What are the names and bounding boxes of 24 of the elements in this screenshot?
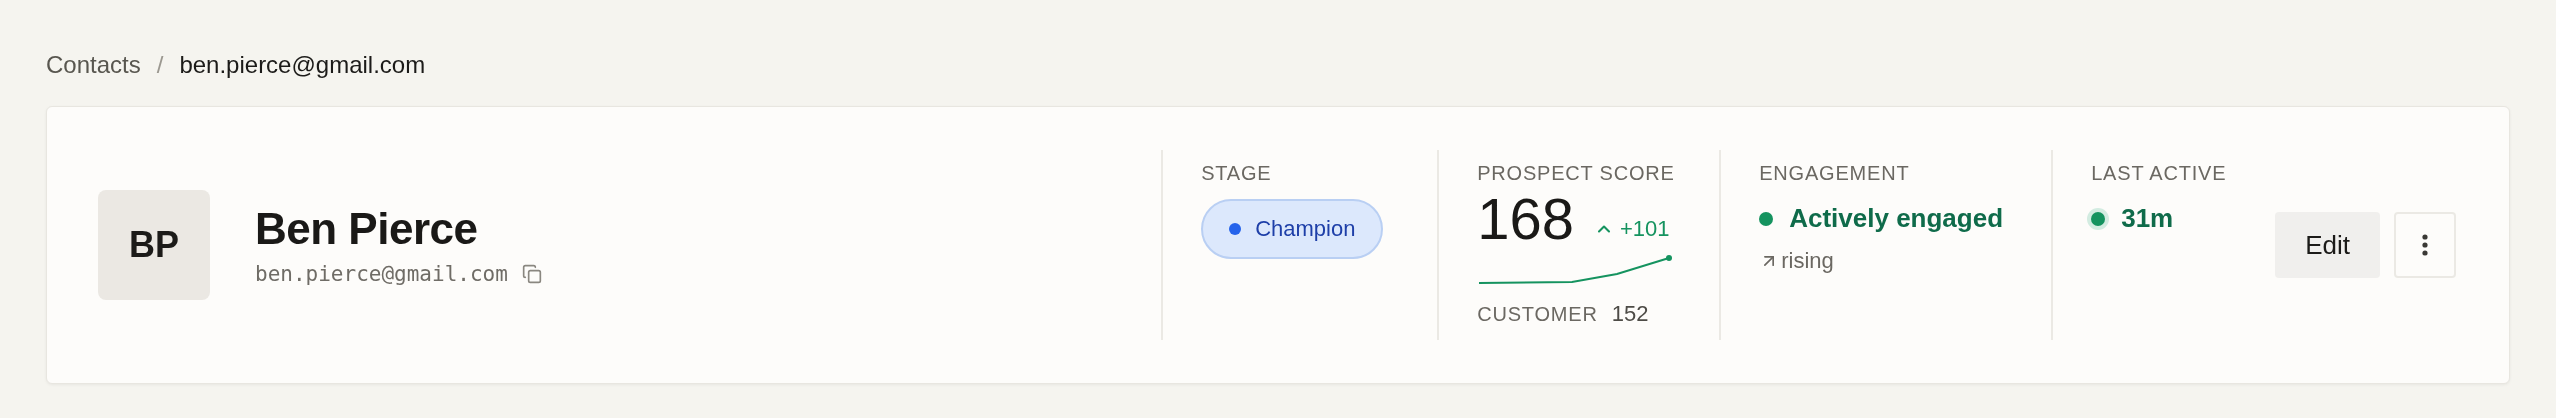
score-label: PROSPECT SCORE	[1477, 162, 1675, 185]
breadcrumb-item: ben.pierce@gmail.com	[179, 51, 426, 79]
activity-dot	[2091, 211, 2106, 226]
edit-button[interactable]: Edit	[2275, 212, 2380, 278]
more-icon	[2422, 234, 2428, 256]
last-active-label: LAST ACTIVE	[2091, 162, 2227, 185]
engagement-trend: rising	[1781, 248, 1834, 274]
breadcrumb-item[interactable]: Contacts	[46, 51, 141, 79]
score-value: 168	[1477, 187, 1574, 251]
avatar: BP	[98, 190, 210, 300]
engagement-status: Actively engaged	[1789, 203, 2004, 234]
contact-email: ben.pierce@gmail.com	[255, 262, 508, 286]
score-delta: +101	[1619, 216, 1670, 242]
breadcrumb-separator: /	[156, 51, 164, 79]
stage-dot	[1229, 223, 1242, 235]
customer-label: CUSTOMER	[1477, 302, 1598, 326]
stage-badge: Champion	[1201, 199, 1384, 259]
stage-label: STAGE	[1201, 162, 1272, 185]
customer-score: 152	[1611, 300, 1649, 327]
status-dot	[1759, 211, 1774, 226]
contact-name: Ben Pierce	[255, 204, 479, 254]
last-active-value: 31m	[2121, 203, 2174, 234]
copy-icon[interactable]	[521, 264, 542, 284]
engagement-label: ENGAGEMENT	[1759, 162, 1910, 185]
